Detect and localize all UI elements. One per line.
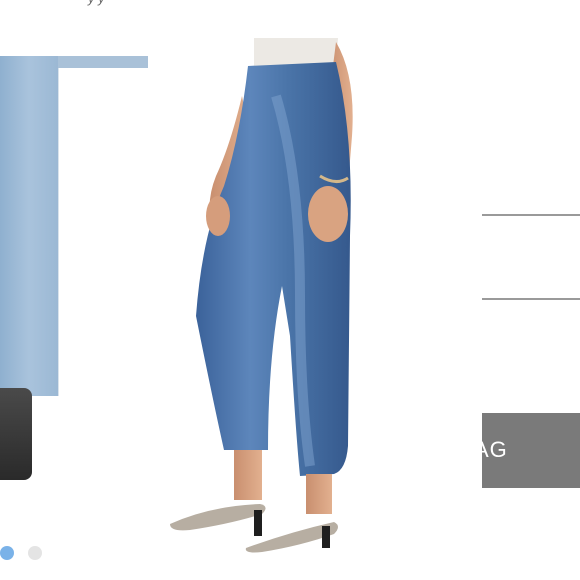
right-heel — [322, 526, 330, 548]
jeans — [196, 62, 351, 476]
divider-line — [482, 214, 580, 216]
divider-line — [482, 298, 580, 300]
add-to-bag-button[interactable]: AG — [482, 413, 580, 488]
add-to-bag-label: AG — [482, 437, 508, 462]
carousel-pagination — [0, 546, 60, 564]
top-caption: y y — [88, 0, 105, 6]
left-heel — [254, 510, 262, 536]
previous-slide-peek[interactable] — [0, 28, 150, 480]
carousel-dot-2[interactable] — [28, 546, 42, 560]
carousel-dot-1[interactable] — [0, 546, 14, 560]
left-sandal — [170, 504, 266, 531]
previous-jeans-waist — [58, 56, 148, 68]
left-hand — [206, 196, 230, 236]
previous-shoe-image — [0, 388, 32, 480]
right-hand — [308, 186, 348, 242]
previous-jeans-image — [0, 56, 59, 396]
right-ankle — [306, 474, 332, 514]
product-image[interactable] — [150, 36, 470, 566]
left-ankle — [234, 450, 262, 500]
